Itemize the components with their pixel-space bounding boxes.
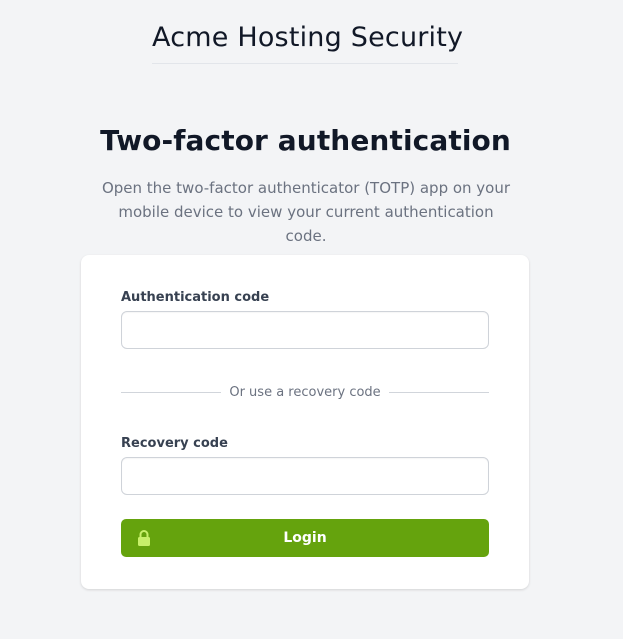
recovery-code-input[interactable] [121, 457, 489, 495]
divider-text: Or use a recovery code [229, 384, 381, 400]
page-subtitle: Open the two-factor authenticator (TOTP)… [101, 179, 511, 245]
two-factor-page: Acme Hosting Security Two-factor authent… [0, 0, 623, 639]
login-button[interactable]: Login [121, 519, 489, 557]
page-title: Two-factor authentication [100, 124, 511, 157]
divider-line-left [121, 391, 222, 393]
lock-icon [138, 530, 150, 546]
login-button-label: Login [283, 530, 327, 546]
two-factor-form-card: Authentication code Or use a recovery co… [81, 255, 529, 589]
brand-title: Acme Hosting Security [152, 22, 463, 64]
recovery-divider: Or use a recovery code [121, 383, 490, 401]
divider-line-right [388, 391, 490, 393]
authentication-code-label: Authentication code [121, 290, 270, 305]
recovery-code-label: Recovery code [121, 436, 228, 451]
authentication-code-input[interactable] [121, 311, 489, 349]
